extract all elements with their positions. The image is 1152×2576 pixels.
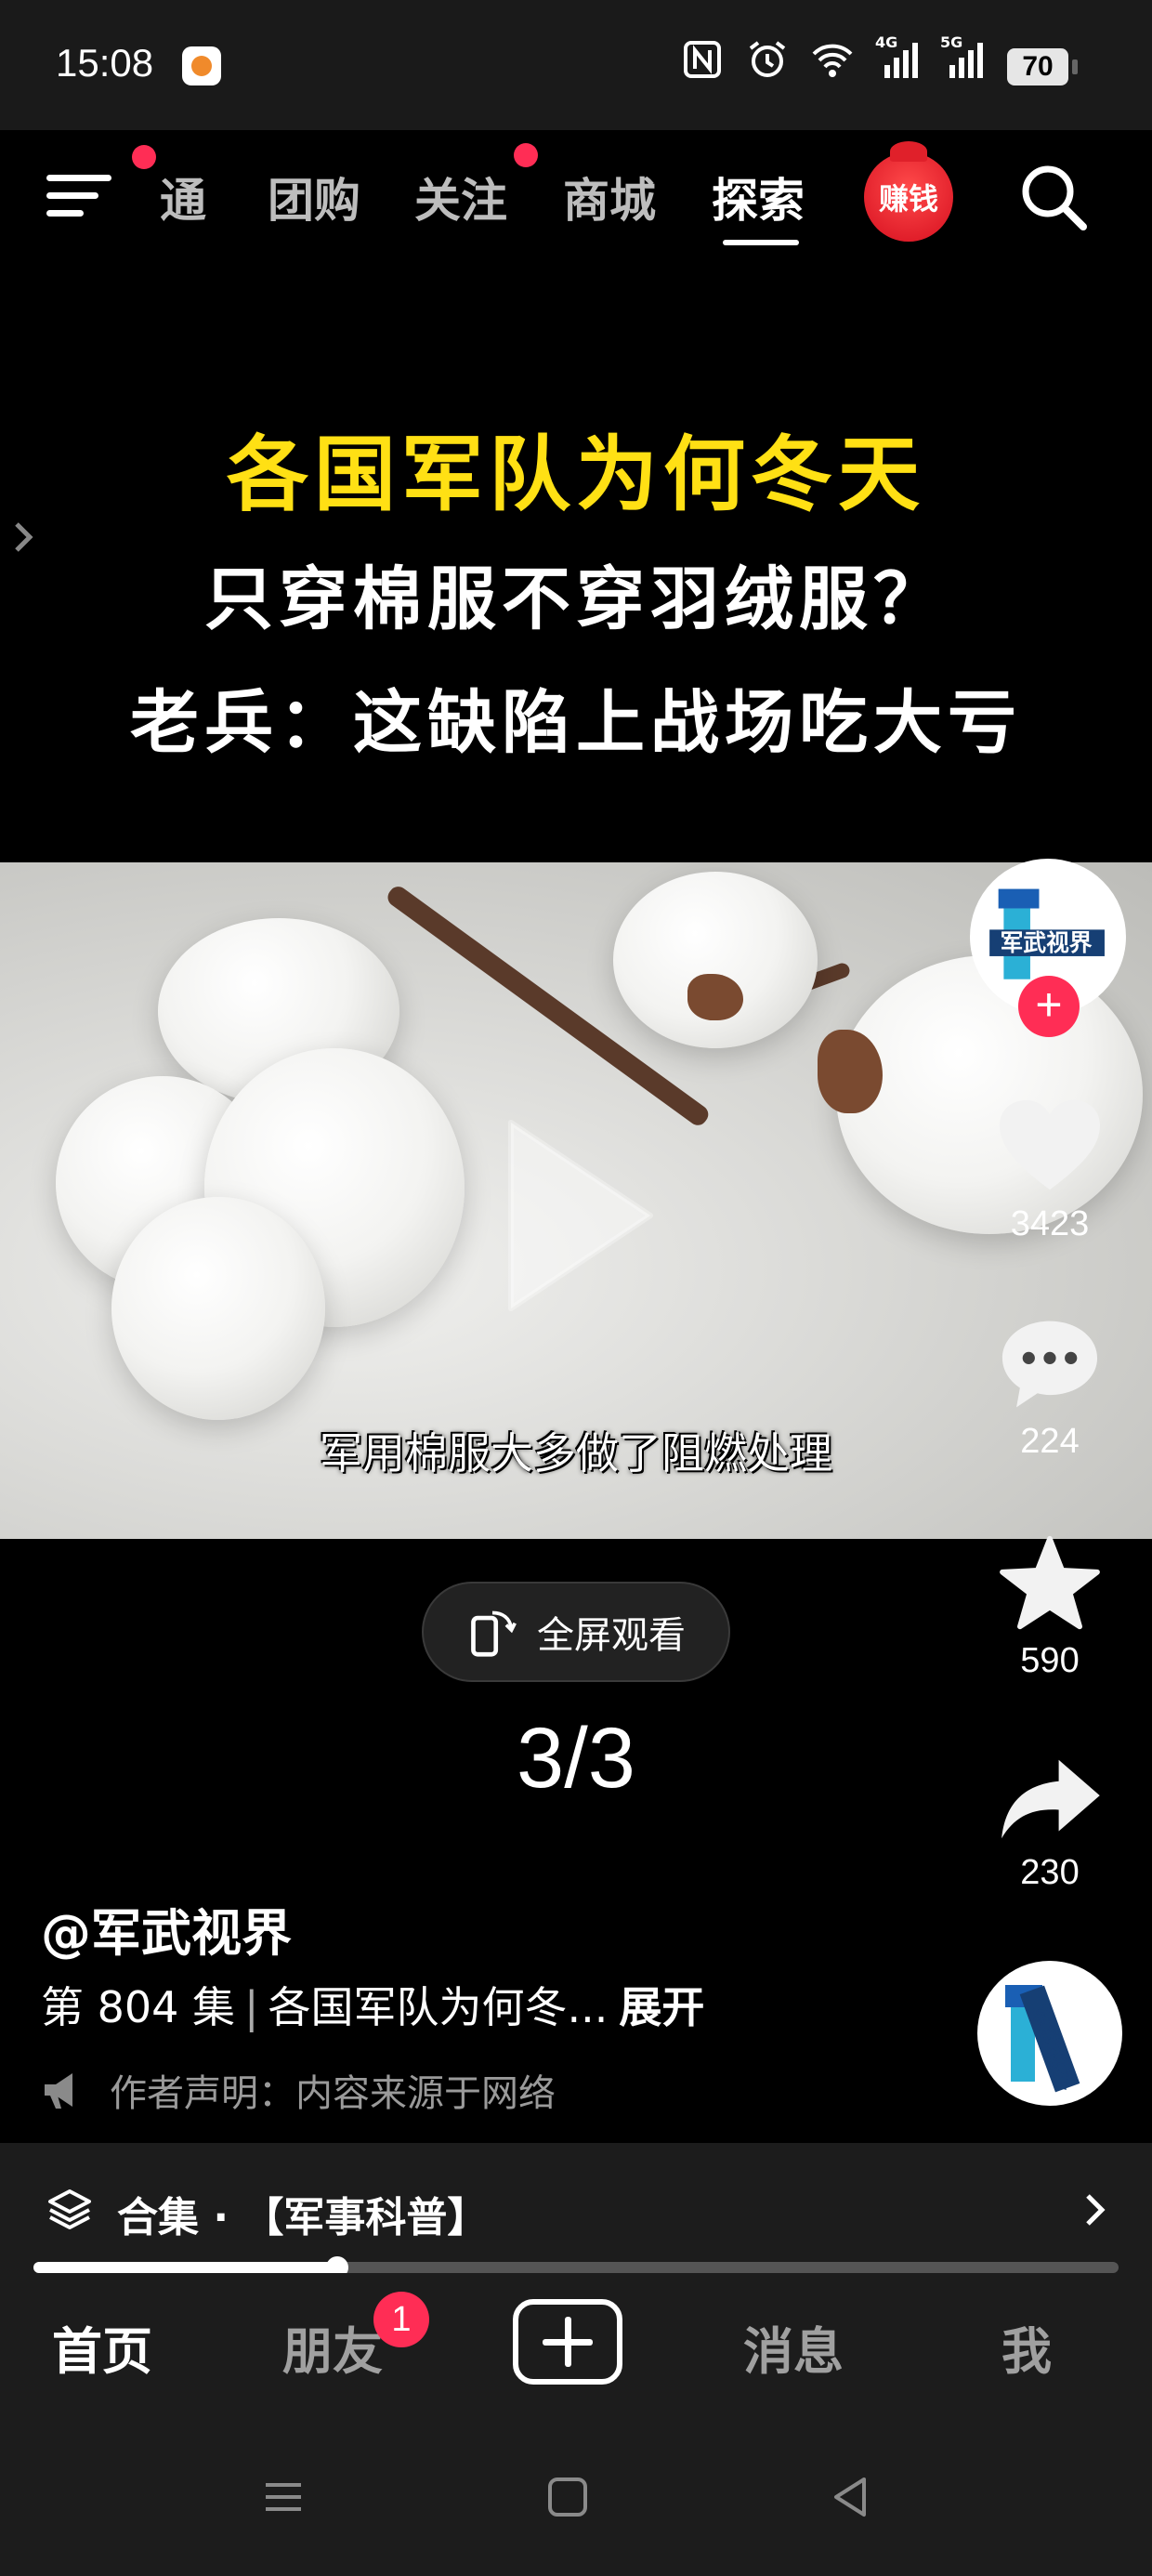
cotton-pod [687,974,743,1020]
episode-info: 第 804 集 | 各国军队为何冬... 展开 [41,1974,704,2035]
layers-icon [48,2189,91,2229]
tab-mall[interactable]: 商城 [563,164,656,230]
status-icons: 4G 5G [680,33,985,82]
tab-partial[interactable]: 通 [160,164,206,230]
share-button[interactable]: 230 [985,1755,1115,1893]
fullscreen-label: 全屏观看 [537,1614,686,1657]
video-progress-bar[interactable] [33,2256,1119,2279]
expand-button[interactable]: 展开 [619,1982,704,2032]
search-icon[interactable] [1018,162,1089,232]
chevron-right-icon[interactable] [13,519,35,556]
battery-indicator: 70 [1007,48,1078,85]
network-5g-label: 5G [940,33,963,51]
star-icon [1000,1535,1100,1630]
tab-me[interactable]: 我 [1001,2310,1052,2384]
favorite-count: 590 [1020,1641,1080,1680]
bottom-tab-bar: 首页 朋友 1 消息 我 [0,2273,1152,2422]
follow-button[interactable]: + [1018,976,1080,1037]
collection-label: 合集 · 【军事科普】 [117,2194,489,2241]
recent-apps-icon[interactable] [260,2474,307,2520]
top-nav: 通 团购 关注 商城 探索 赚钱 [0,130,1152,260]
status-time: 15:08 [56,41,154,85]
video-title-line-2: 只穿棉服不穿羽绒服？ [204,559,948,639]
share-icon [1001,1759,1100,1839]
author-disclaimer: 作者声明：内容来源于网络 [41,2063,556,2117]
back-icon[interactable] [827,2474,873,2520]
share-count: 230 [1020,1853,1080,1892]
create-button[interactable] [513,2299,622,2385]
home-icon[interactable] [544,2474,591,2520]
play-icon[interactable] [492,1113,660,1318]
heart-icon [1000,1099,1100,1190]
video-subtitle: 军用棉服大多做了阻燃处理 [320,1428,832,1479]
tab-group-buy[interactable]: 团购 [268,164,360,230]
tab-friends[interactable]: 朋友 [282,2310,383,2384]
tab-messages[interactable]: 消息 [743,2310,844,2384]
comment-icon [1001,1321,1098,1408]
disclaimer-text: 作者声明：内容来源于网络 [110,2072,556,2115]
following-notification-dot [514,143,538,167]
svg-text:军武视界: 军武视界 [1001,929,1093,956]
wifi-icon [810,37,855,82]
collection-bar[interactable]: 合集 · 【军事科普】 [0,2143,1152,2273]
signal-4g-icon: 4G [875,33,920,82]
network-4g-label: 4G [875,33,898,51]
menu-button[interactable] [46,167,121,223]
megaphone-icon [45,2073,72,2109]
episode-number: 第 804 集 [41,1982,236,2032]
comment-button[interactable]: 224 [985,1316,1115,1462]
author-name[interactable]: @军武视界 [41,1892,292,1965]
video-title-line-1: 各国军队为何冬天 [226,427,925,522]
menu-notification-dot [132,145,156,169]
tab-following[interactable]: 关注 [414,164,507,230]
like-button[interactable]: 3423 [985,1097,1115,1244]
tab-home[interactable]: 首页 [52,2310,152,2384]
earn-money-button[interactable]: 赚钱 [864,141,953,242]
cotton-ball [613,872,818,1048]
comment-count: 224 [1020,1422,1080,1461]
episode-separator: | [244,1982,259,2032]
active-tab-underline [723,240,799,245]
status-bar: 15:08 4G 5G 70 [0,0,1152,130]
tab-explore[interactable]: 探索 [712,164,805,230]
chevron-right-icon [1086,2194,1106,2226]
music-disc-avatar[interactable]: 军武视界 [977,1961,1122,2106]
app-notification-icon [182,46,221,85]
episode-title: 各国军队为何冬... [268,1982,609,2032]
earn-label: 赚钱 [878,181,938,217]
video-title-area[interactable]: 各国军队为何冬天 只穿棉服不穿羽绒服？ 老兵：这缺陷上战场吃大亏 [0,260,1152,862]
alarm-icon [745,37,790,82]
page-indicator: 3/3 [517,1711,635,1806]
friends-badge: 1 [373,2292,429,2347]
signal-5g-icon: 5G [940,33,985,82]
favorite-button[interactable]: 590 [985,1535,1115,1681]
system-nav-bar [0,2422,1152,2576]
rotate-screen-icon [471,1610,517,1657]
fullscreen-button[interactable]: 全屏观看 [422,1582,730,1682]
cotton-ball [111,1197,325,1420]
nfc-icon [680,37,725,82]
like-count: 3423 [1010,1204,1090,1243]
video-title-line-3: 老兵：这缺陷上战场吃大亏 [130,683,1022,763]
progress-fill [33,2262,338,2273]
